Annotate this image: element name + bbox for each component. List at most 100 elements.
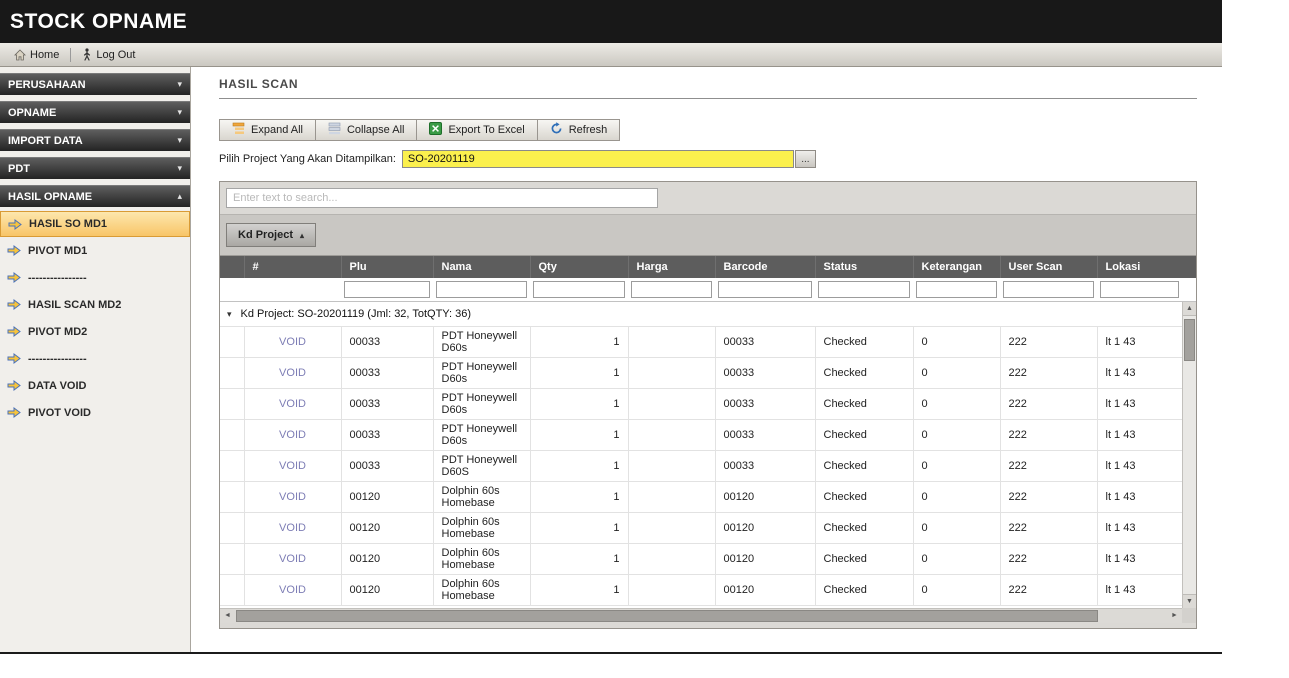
app-title: STOCK OPNAME: [10, 9, 188, 33]
filter-input-lokasi[interactable]: [1100, 281, 1179, 298]
column-header-harga[interactable]: Harga: [627, 256, 715, 278]
void-link[interactable]: VOID: [253, 398, 333, 410]
expand-all-button[interactable]: Expand All: [219, 119, 316, 141]
column-header-barcode[interactable]: Barcode: [714, 256, 815, 278]
void-link[interactable]: VOID: [253, 491, 333, 503]
sidebar-item-separator-1[interactable]: ----------------: [0, 264, 190, 291]
row-cell-nama: Dolphin 60s Homebase: [433, 543, 531, 575]
void-link[interactable]: VOID: [253, 336, 333, 348]
sidebar-group-opname[interactable]: OPNAME ▾: [0, 101, 190, 123]
scroll-right-icon[interactable]: ►: [1167, 609, 1182, 623]
row-cell-barcode: 00033: [715, 450, 816, 482]
row-cell-user_scan: 222: [1000, 326, 1098, 358]
sidebar-item-hasil-so-md1[interactable]: HASIL SO MD1: [0, 211, 190, 237]
grid-data-row: VOID 00120 Dolphin 60s Homebase 1 00120 Check…: [220, 512, 1183, 544]
nav-arrow-icon: [8, 218, 22, 230]
filter-input-barcode[interactable]: [718, 281, 812, 298]
row-cell-barcode: 00033: [715, 419, 816, 451]
sidebar-item-label: PIVOT VOID: [28, 406, 91, 419]
void-link[interactable]: VOID: [253, 584, 333, 596]
column-header-keterangan[interactable]: Keterangan: [912, 256, 1000, 278]
filter-input-harga[interactable]: [631, 281, 712, 298]
column-header-plu[interactable]: Plu: [340, 256, 433, 278]
search-input[interactable]: [226, 188, 658, 208]
filter-input-qty[interactable]: [533, 281, 625, 298]
scroll-down-icon[interactable]: ▼: [1183, 594, 1196, 608]
row-cell-barcode: 00033: [715, 326, 816, 358]
scroll-left-icon[interactable]: ◄: [220, 609, 235, 623]
sidebar-items: HASIL SO MD1 PIVOT MD1 ---------------- …: [0, 209, 190, 426]
row-cell-barcode: 00120: [715, 543, 816, 575]
sidebar-group-hasil-opname[interactable]: HASIL OPNAME ▴: [0, 185, 190, 207]
filter-input-keterangan[interactable]: [916, 281, 997, 298]
sidebar-group-pdt[interactable]: PDT ▾: [0, 157, 190, 179]
sidebar-item-pivot-md2[interactable]: PIVOT MD2: [0, 318, 190, 345]
column-header-nama[interactable]: Nama: [432, 256, 530, 278]
grid-body: ▾ Kd Project: SO-20201119 (Jml: 32, TotQT…: [220, 302, 1196, 608]
filter-input-plu[interactable]: [344, 281, 430, 298]
row-cell-harga: [628, 326, 716, 358]
project-browse-button[interactable]: ...: [794, 150, 816, 168]
row-cell-plu: 00033: [341, 388, 434, 420]
column-header-status[interactable]: Status: [814, 256, 913, 278]
row-gutter-cell: [220, 574, 245, 606]
void-link[interactable]: VOID: [253, 522, 333, 534]
row-cell-lokasi: lt 1 43: [1097, 419, 1183, 451]
row-cell-user_scan: 222: [1000, 574, 1098, 606]
sidebar-item-hasil-scan-md2[interactable]: HASIL SCAN MD2: [0, 291, 190, 318]
nav-arrow-icon: [7, 272, 21, 283]
row-cell-harga: [628, 450, 716, 482]
filter-input-user-scan[interactable]: [1003, 281, 1094, 298]
grid-data-row: VOID 00120 Dolphin 60s Homebase 1 00120 Check…: [220, 481, 1183, 513]
sidebar-item-data-void[interactable]: DATA VOID: [0, 372, 190, 399]
collapse-all-button[interactable]: Collapse All: [314, 119, 418, 141]
app-header: STOCK OPNAME: [0, 0, 1222, 43]
sidebar-group-perusahaan[interactable]: PERUSAHAAN ▾: [0, 73, 190, 95]
refresh-button[interactable]: Refresh: [536, 119, 621, 141]
grid-filter-row: [220, 278, 1182, 301]
sidebar-group-label: PERUSAHAAN: [8, 78, 86, 91]
filter-input-status[interactable]: [818, 281, 910, 298]
horizontal-scrollbar-row: ◄ ►: [220, 608, 1196, 623]
sidebar-item-pivot-void[interactable]: PIVOT VOID: [0, 399, 190, 426]
column-header-lokasi[interactable]: Lokasi: [1096, 256, 1182, 278]
row-cell-qty: 1: [530, 481, 629, 513]
row-gutter-cell: [220, 481, 245, 513]
horizontal-scrollbar[interactable]: ◄ ►: [220, 608, 1182, 623]
row-cell-status: Checked: [815, 450, 914, 482]
row-cell-harga: [628, 388, 716, 420]
grid-header-row: # Plu Nama Qty Harga Barcode Status Keterangan U…: [220, 256, 1182, 278]
void-link[interactable]: VOID: [253, 429, 333, 441]
excel-icon: [429, 122, 443, 138]
void-link[interactable]: VOID: [253, 367, 333, 379]
logout-link[interactable]: Log Out: [78, 48, 139, 61]
row-cell-lokasi: lt 1 43: [1097, 481, 1183, 513]
scroll-up-icon[interactable]: ▲: [1183, 302, 1196, 316]
column-header-hash[interactable]: #: [243, 256, 341, 278]
sidebar-group-import-data[interactable]: IMPORT DATA ▾: [0, 129, 190, 151]
group-by-kd-project-button[interactable]: Kd Project ▴: [226, 223, 317, 247]
column-header-user-scan[interactable]: User Scan: [999, 256, 1097, 278]
column-header-qty[interactable]: Qty: [529, 256, 628, 278]
home-link[interactable]: Home: [10, 49, 63, 61]
row-gutter-cell: [220, 326, 245, 358]
export-to-excel-button[interactable]: Export To Excel: [416, 119, 538, 141]
sidebar-item-pivot-md1[interactable]: PIVOT MD1: [0, 237, 190, 264]
filter-input-nama[interactable]: [436, 281, 527, 298]
sidebar-item-separator-2[interactable]: ----------------: [0, 345, 190, 372]
vertical-scroll-thumb[interactable]: [1184, 319, 1195, 361]
sidebar-item-label: ----------------: [28, 271, 87, 284]
row-cell-nama: PDT Honeywell D60s: [433, 357, 531, 389]
group-collapse-icon[interactable]: ▾: [227, 309, 232, 319]
sidebar-item-label: HASIL SCAN MD2: [28, 298, 122, 311]
row-cell-plu: 00120: [341, 512, 434, 544]
bottom-divider: [0, 652, 1222, 654]
horizontal-scroll-thumb[interactable]: [236, 610, 1098, 622]
row-cell-user_scan: 222: [1000, 512, 1098, 544]
project-input[interactable]: [401, 150, 794, 168]
vertical-scrollbar[interactable]: ▲ ▼: [1182, 302, 1196, 608]
group-row[interactable]: ▾ Kd Project: SO-20201119 (Jml: 32, TotQT…: [220, 302, 1183, 327]
row-cell-qty: 1: [530, 574, 629, 606]
void-link[interactable]: VOID: [253, 553, 333, 565]
void-link[interactable]: VOID: [253, 460, 333, 472]
